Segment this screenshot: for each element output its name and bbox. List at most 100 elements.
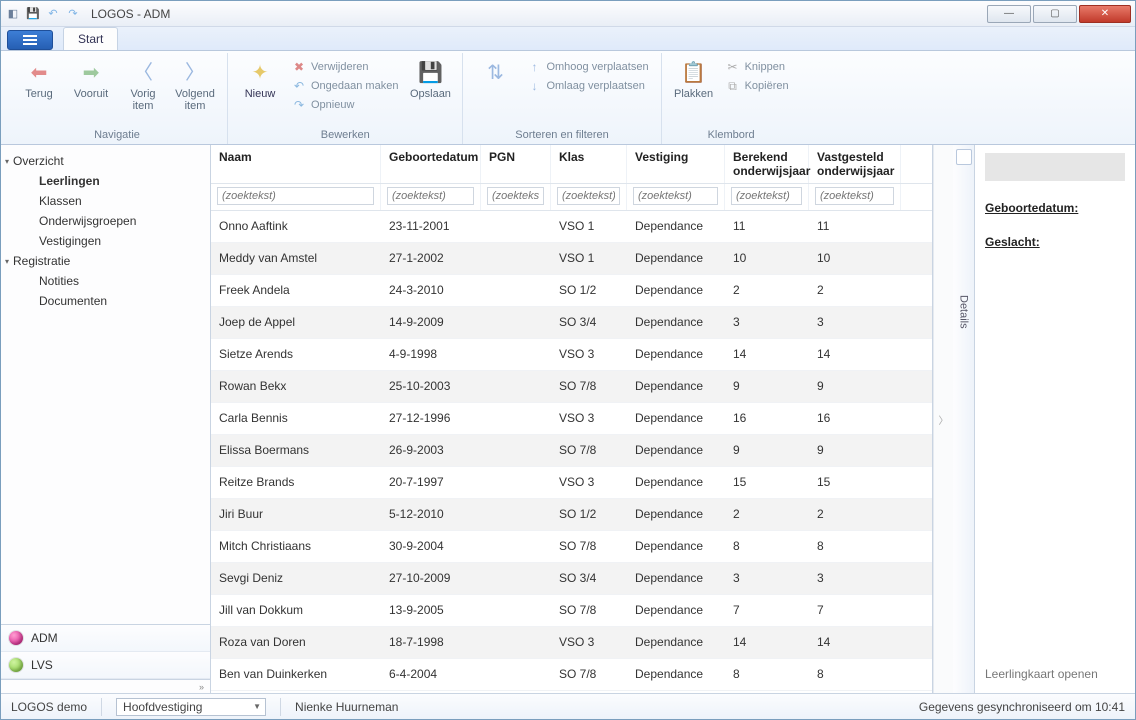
minimize-button[interactable]: — [987, 5, 1031, 23]
cell: Ben van Duinkerken [211, 667, 381, 681]
table-row[interactable]: Meddy van Amstel27-1-2002VSO 1Dependance… [211, 243, 932, 275]
filter-pgn[interactable] [487, 187, 544, 205]
next-item-button[interactable]: 〉Volgend item [171, 57, 219, 114]
table-row[interactable]: Roza van Doren18-7-1998VSO 3Dependance14… [211, 627, 932, 659]
cell: 24-3-2010 [381, 283, 481, 297]
filter-geboorte[interactable] [387, 187, 474, 205]
copy-icon: ⧉ [726, 79, 740, 93]
module-collapse-button[interactable]: » [1, 679, 210, 693]
ribbon-tabs: Start [1, 27, 1135, 51]
nav-vestigingen[interactable]: Vestigingen [5, 231, 206, 251]
cell: 9 [809, 443, 901, 457]
nav-notities[interactable]: Notities [5, 271, 206, 291]
group-label-klembord: Klembord [708, 127, 755, 144]
table-row[interactable]: Sevgi Deniz27-10-2009SO 3/4Dependance33 [211, 563, 932, 595]
cell: 9 [809, 379, 901, 393]
filter-berekend[interactable] [731, 187, 802, 205]
table-row[interactable]: Carla Bennis27-12-1996VSO 3Dependance161… [211, 403, 932, 435]
copy-button[interactable]: ⧉Kopiëren [722, 78, 793, 94]
forward-button[interactable]: ➡Vooruit [67, 57, 115, 102]
filter-vestiging[interactable] [633, 187, 718, 205]
delete-button[interactable]: ✖Verwijderen [288, 59, 402, 75]
table-row[interactable]: Ben van Duinkerken6-4-2004SO 7/8Dependan… [211, 659, 932, 691]
sort-icon-button[interactable]: ⇅ [471, 57, 519, 89]
cell: Dependance [627, 315, 725, 329]
back-button[interactable]: ⬅Terug [15, 57, 63, 102]
table-row[interactable]: Jill van Dokkum13-9-2005SO 7/8Dependance… [211, 595, 932, 627]
cell: 5-12-2010 [381, 507, 481, 521]
nav-overzicht[interactable]: Overzicht [5, 151, 206, 171]
col-pgn[interactable]: PGN [481, 145, 551, 183]
cell: 15 [809, 475, 901, 489]
redo-icon[interactable]: ↷ [65, 6, 81, 22]
vestiging-select[interactable]: Hoofdvestiging [116, 698, 266, 716]
nav-klassen[interactable]: Klassen [5, 191, 206, 211]
table-row[interactable]: Onno Aaftink23-11-2001VSO 1Dependance111… [211, 211, 932, 243]
table-row[interactable]: Mitch Christiaans30-9-2004SO 7/8Dependan… [211, 531, 932, 563]
maximize-button[interactable]: ▢ [1033, 5, 1077, 23]
move-down-button[interactable]: ↓Omlaag verplaatsen [523, 78, 652, 94]
table-row[interactable]: Sietze Arends4-9-1998VSO 3Dependance1414 [211, 339, 932, 371]
grid-body[interactable]: Onno Aaftink23-11-2001VSO 1Dependance111… [211, 211, 932, 693]
details-tab[interactable]: Details [953, 145, 975, 693]
cell: 20-7-1997 [381, 475, 481, 489]
cell: Dependance [627, 347, 725, 361]
module-lvs[interactable]: LVS [1, 652, 210, 679]
cut-button[interactable]: ✂Knippen [722, 59, 793, 75]
cell: 23-11-2001 [381, 219, 481, 233]
cell: 11 [809, 219, 901, 233]
table-row[interactable]: Elissa Boermans26-9-2003SO 7/8Dependance… [211, 435, 932, 467]
file-menu-button[interactable] [7, 30, 53, 50]
nav-registratie[interactable]: Registratie [5, 251, 206, 271]
undo-button[interactable]: ↶Ongedaan maken [288, 78, 402, 94]
col-berekend[interactable]: Berekend onderwijsjaar [725, 145, 809, 183]
module-adm[interactable]: ADM [1, 625, 210, 652]
table-row[interactable]: Reitze Brands20-7-1997VSO 3Dependance151… [211, 467, 932, 499]
table-row[interactable]: Jiri Buur5-12-2010SO 1/2Dependance22 [211, 499, 932, 531]
cell: 3 [809, 315, 901, 329]
group-label-bewerken: Bewerken [321, 127, 370, 144]
filter-vastgesteld[interactable] [815, 187, 894, 205]
save-button[interactable]: 💾Opslaan [406, 57, 454, 102]
cell: 16 [809, 411, 901, 425]
cell: 14 [809, 635, 901, 649]
table-row[interactable]: Freek Andela24-3-2010SO 1/2Dependance22 [211, 275, 932, 307]
new-button[interactable]: ✦Nieuw [236, 57, 284, 102]
ribbon-group-klembord: 📋Plakken ✂Knippen ⧉Kopiëren Klembord [662, 53, 801, 144]
prev-item-button[interactable]: 〈Vorig item [119, 57, 167, 114]
col-klas[interactable]: Klas [551, 145, 627, 183]
nav-onderwijsgroepen[interactable]: Onderwijsgroepen [5, 211, 206, 231]
cell: Onno Aaftink [211, 219, 381, 233]
redo-button[interactable]: ↷Opnieuw [288, 97, 402, 113]
nav-documenten[interactable]: Documenten [5, 291, 206, 311]
col-naam[interactable]: Naam [211, 145, 381, 183]
cell: Elissa Boermans [211, 443, 381, 457]
undo-icon[interactable]: ↶ [45, 6, 61, 22]
filter-naam[interactable] [217, 187, 374, 205]
cell: Freek Andela [211, 283, 381, 297]
cell: Dependance [627, 539, 725, 553]
grid-expand-button[interactable]: 〉 [933, 145, 953, 693]
close-button[interactable]: ✕ [1079, 5, 1131, 23]
move-up-button[interactable]: ↑Omhoog verplaatsen [523, 59, 652, 75]
cell: 3 [725, 315, 809, 329]
chevron-right-icon: 〉 [181, 59, 209, 87]
ribbon-group-sorteren: ⇅ ↑Omhoog verplaatsen ↓Omlaag verplaatse… [463, 53, 661, 144]
col-vastgesteld[interactable]: Vastgesteld onderwijsjaar [809, 145, 901, 183]
paste-button[interactable]: 📋Plakken [670, 57, 718, 102]
cell: Sietze Arends [211, 347, 381, 361]
table-row[interactable]: Rowan Bekx25-10-2003SO 7/8Dependance99 [211, 371, 932, 403]
save-icon[interactable]: 💾 [25, 6, 41, 22]
dot-green-icon [9, 658, 23, 672]
link-leerlingkaart[interactable]: Leerlingkaart openen [985, 667, 1125, 685]
col-geboortedatum[interactable]: Geboortedatum [381, 145, 481, 183]
filter-klas[interactable] [557, 187, 620, 205]
cell: Dependance [627, 571, 725, 585]
cell: 2 [809, 507, 901, 521]
table-row[interactable]: Joep de Appel14-9-2009SO 3/4Dependance33 [211, 307, 932, 339]
nav-leerlingen[interactable]: Leerlingen [5, 171, 206, 191]
left-nav: Overzicht Leerlingen Klassen Onderwijsgr… [1, 145, 211, 693]
tab-start[interactable]: Start [63, 27, 118, 50]
cell: Dependance [627, 443, 725, 457]
col-vestiging[interactable]: Vestiging [627, 145, 725, 183]
